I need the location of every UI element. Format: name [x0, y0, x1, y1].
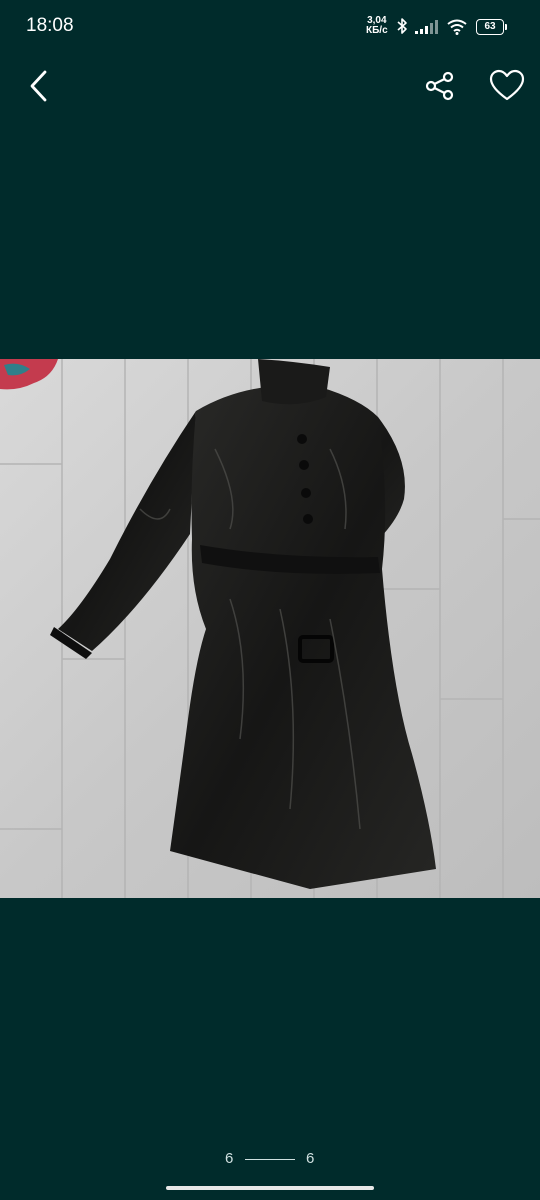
status-bar: 18:08 3,04 КБ/с 63 — [0, 0, 540, 54]
status-time: 18:08 — [26, 15, 74, 36]
back-button[interactable] — [22, 66, 58, 106]
signal-icon — [415, 20, 438, 34]
home-indicator[interactable] — [166, 1186, 374, 1190]
wifi-icon — [447, 19, 467, 35]
chevron-left-icon — [30, 70, 47, 102]
share-button[interactable] — [422, 68, 458, 104]
product-photo[interactable] — [0, 359, 540, 898]
bluetooth-icon — [397, 18, 407, 34]
heart-icon — [489, 69, 525, 101]
battery-indicator: 63 — [476, 19, 507, 35]
pager-progress-line — [245, 1159, 295, 1160]
share-icon — [425, 71, 454, 101]
coat-photo-image — [0, 359, 540, 898]
network-speed: 3,04 КБ/с — [366, 16, 388, 36]
total-pages-number: 6 — [306, 1150, 315, 1167]
network-speed-unit: КБ/с — [366, 25, 388, 36]
current-page-number: 6 — [225, 1150, 234, 1167]
gallery-pager: 6 6 — [0, 1150, 540, 1170]
favorite-button[interactable] — [488, 68, 526, 104]
